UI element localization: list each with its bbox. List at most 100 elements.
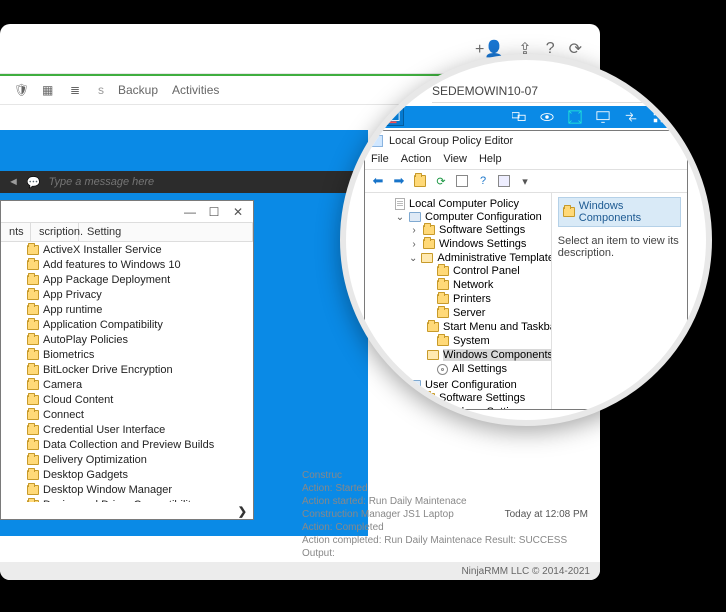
list-item-label: Desktop Gadgets bbox=[43, 469, 128, 481]
tab-backup[interactable]: Backup bbox=[118, 83, 158, 97]
tree-control-panel[interactable]: Control Panel bbox=[453, 265, 520, 277]
list-item[interactable]: Biometrics bbox=[27, 347, 253, 362]
list-item[interactable]: App Privacy bbox=[27, 287, 253, 302]
folder-open-icon bbox=[427, 350, 439, 360]
menu-view[interactable]: View bbox=[443, 153, 467, 165]
menu-help[interactable]: Help bbox=[479, 153, 502, 165]
col-description[interactable]: scription. bbox=[31, 223, 79, 241]
remote-transfer-icon[interactable] bbox=[620, 108, 642, 126]
nav-forward-icon[interactable]: ➡ bbox=[390, 172, 408, 190]
twisty[interactable]: › bbox=[409, 239, 419, 250]
menu-action[interactable]: Action bbox=[401, 153, 432, 165]
tree-admin-templates[interactable]: Administrative Templates bbox=[437, 252, 551, 264]
list-item[interactable]: Application Compatibility bbox=[27, 317, 253, 332]
remote-disconnect-icon[interactable] bbox=[382, 108, 404, 126]
tree-u-windows-settings[interactable]: Windows Settings bbox=[439, 406, 526, 409]
remote-settings-icon[interactable] bbox=[648, 108, 670, 126]
chat-bubble-icon[interactable]: 💬 bbox=[27, 176, 41, 189]
list-item[interactable]: Camera bbox=[27, 377, 253, 392]
chat-input[interactable] bbox=[49, 176, 360, 188]
up-icon[interactable] bbox=[411, 172, 429, 190]
tree-system[interactable]: System bbox=[453, 335, 490, 347]
tree-printers[interactable]: Printers bbox=[453, 293, 491, 305]
filter-icon[interactable]: ▾ bbox=[516, 172, 534, 190]
menu-file[interactable]: File bbox=[371, 153, 389, 165]
folder-icon bbox=[423, 225, 435, 235]
gpedit-tree: Local Computer Policy ⌄ Computer Configur… bbox=[365, 193, 552, 409]
maximize-button[interactable]: ☐ bbox=[205, 205, 223, 219]
twisty[interactable]: › bbox=[409, 225, 419, 236]
folder-icon bbox=[27, 260, 39, 270]
properties-icon[interactable] bbox=[453, 172, 471, 190]
list-item[interactable]: Add features to Windows 10 bbox=[27, 257, 253, 272]
col-nts[interactable]: nts bbox=[1, 223, 31, 241]
remote-screens-icon[interactable] bbox=[508, 108, 530, 126]
computer-icon bbox=[409, 212, 421, 222]
list-item[interactable]: Delivery Optimization bbox=[27, 452, 253, 467]
list-item-label: BitLocker Drive Encryption bbox=[43, 364, 173, 376]
help-toolbar-icon[interactable]: ? bbox=[474, 172, 492, 190]
list-item-label: Biometrics bbox=[43, 349, 94, 361]
twisty[interactable]: › bbox=[409, 407, 419, 410]
list-item[interactable]: Data Collection and Preview Builds bbox=[27, 437, 253, 452]
list-item[interactable]: Device and Driver Compatibility bbox=[27, 497, 253, 502]
gpedit-app-icon bbox=[371, 135, 383, 147]
shield-icon: 🛡 bbox=[14, 83, 28, 97]
col-setting[interactable]: Setting bbox=[79, 223, 253, 241]
list-item-label: App runtime bbox=[43, 304, 102, 316]
list-item[interactable]: App runtime bbox=[27, 302, 253, 317]
tree-u-software-settings[interactable]: Software Settings bbox=[439, 392, 525, 404]
tree-software-settings[interactable]: Software Settings bbox=[439, 224, 525, 236]
gpedit-menu: File Action View Help bbox=[365, 151, 687, 169]
refresh-icon[interactable]: ⟳ bbox=[569, 39, 582, 59]
list-item[interactable]: Desktop Window Manager bbox=[27, 482, 253, 497]
folder-icon bbox=[437, 308, 449, 318]
tree-windows-components[interactable]: Windows Components bbox=[443, 349, 552, 361]
back-icon[interactable]: ◄ bbox=[8, 176, 19, 188]
folder-icon bbox=[423, 239, 435, 249]
remote-expand-icon[interactable] bbox=[564, 108, 586, 126]
minimize-button[interactable]: — bbox=[181, 205, 199, 219]
remote-view-icon[interactable] bbox=[536, 108, 558, 126]
remote-monitor-icon[interactable] bbox=[592, 108, 614, 126]
app-footer: NinjaRMM LLC © 2014-2021 bbox=[0, 562, 600, 580]
tree-computer-config[interactable]: Computer Configuration bbox=[425, 211, 542, 223]
folder-open-icon bbox=[421, 253, 433, 263]
folder-icon bbox=[27, 275, 39, 285]
list-item[interactable]: App Package Deployment bbox=[27, 272, 253, 287]
activity-line: Action started: Run Daily Maintenace bbox=[302, 495, 467, 508]
twisty[interactable]: ⌄ bbox=[395, 212, 405, 223]
tree-all-settings[interactable]: All Settings bbox=[452, 363, 507, 375]
list-item[interactable]: AutoPlay Policies bbox=[27, 332, 253, 347]
list-item-label: Delivery Optimization bbox=[43, 454, 147, 466]
tree-start-menu[interactable]: Start Menu and Taskbar bbox=[443, 321, 552, 333]
list-item[interactable]: BitLocker Drive Encryption bbox=[27, 362, 253, 377]
expand-icon[interactable]: ❯ bbox=[238, 505, 247, 518]
twisty[interactable]: ⌄ bbox=[395, 380, 405, 391]
details-title: Windows Components bbox=[579, 200, 676, 224]
export-icon[interactable] bbox=[495, 172, 513, 190]
tree-user-config[interactable]: User Configuration bbox=[425, 379, 517, 391]
list-item[interactable]: Connect bbox=[27, 407, 253, 422]
refresh-icon[interactable]: ⟳ bbox=[432, 172, 450, 190]
list-item-label: AutoPlay Policies bbox=[43, 334, 128, 346]
tab-activities[interactable]: Activities bbox=[172, 83, 219, 97]
folder-icon bbox=[27, 500, 39, 503]
list-item[interactable]: Credential User Interface bbox=[27, 422, 253, 437]
twisty[interactable]: › bbox=[409, 393, 419, 404]
tree-root[interactable]: Local Computer Policy bbox=[409, 198, 519, 210]
list-item[interactable]: Desktop Gadgets bbox=[27, 467, 253, 482]
list-item[interactable]: ActiveX Installer Service bbox=[27, 242, 253, 257]
tree-windows-settings[interactable]: Windows Settings bbox=[439, 238, 526, 250]
close-button[interactable]: ✕ bbox=[229, 205, 247, 219]
tree-server[interactable]: Server bbox=[453, 307, 485, 319]
folder-icon bbox=[437, 294, 449, 304]
twisty[interactable]: ⌄ bbox=[409, 253, 417, 264]
gpedit-details-pane: Windows Components Select an item to vie… bbox=[552, 193, 687, 409]
nav-back-icon[interactable]: ⬅ bbox=[369, 172, 387, 190]
list-item[interactable]: Cloud Content bbox=[27, 392, 253, 407]
remote-toolbar bbox=[376, 106, 676, 128]
tree-network[interactable]: Network bbox=[453, 279, 493, 291]
list-item-label: Credential User Interface bbox=[43, 424, 165, 436]
folder-icon bbox=[437, 336, 449, 346]
